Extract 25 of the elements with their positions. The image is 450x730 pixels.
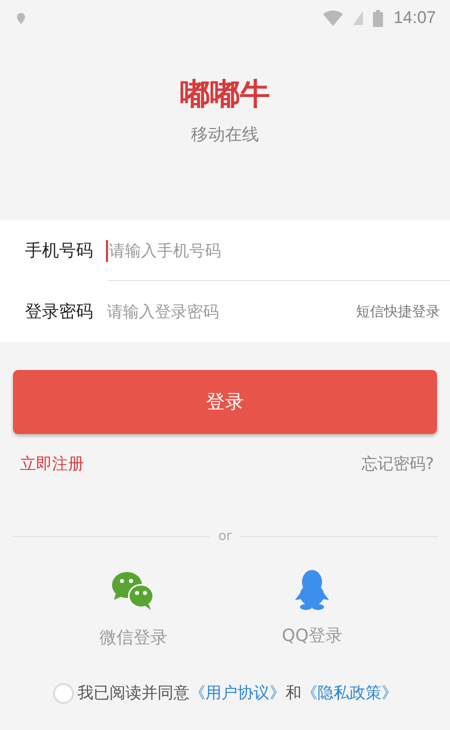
signal-icon <box>353 11 364 25</box>
field-label: 手机号码 <box>25 240 94 262</box>
sms-login-link[interactable]: 短信快捷登录 <box>356 302 440 320</box>
input-field[interactable]: 请输入手机号码 <box>109 241 440 260</box>
agreement-checkbox[interactable] <box>52 683 74 704</box>
battery-icon <box>373 10 384 26</box>
login-button[interactable]: 登录 <box>13 370 437 434</box>
register-link[interactable]: 立即注册 <box>20 454 84 475</box>
text-cursor <box>106 240 108 262</box>
agreement-text: 我已阅读并同意《用户协议》和《隐私政策》 <box>78 683 398 704</box>
wifi-icon <box>323 10 344 26</box>
divider-text: or <box>218 529 232 544</box>
field-label: 登录密码 <box>25 301 94 323</box>
social-login-button[interactable]: QQ登录 <box>282 570 343 649</box>
status-time: 14:07 <box>393 8 436 28</box>
penguin-icon <box>295 570 330 610</box>
app-tagline: 移动在线 <box>191 124 259 146</box>
user-agreement-link[interactable]: 《用户协议》 <box>190 683 286 702</box>
chat-bubbles-icon <box>111 570 156 612</box>
location-icon <box>17 12 25 24</box>
input-field[interactable]: 请输入登录密码 <box>107 302 356 321</box>
privacy-policy-link[interactable]: 《隐私政策》 <box>302 683 398 702</box>
forgot-password-link[interactable]: 忘记密码? <box>362 454 434 475</box>
social-login-button[interactable]: 微信登录 <box>99 570 168 649</box>
app-name: 嘟嘟牛 <box>180 76 270 114</box>
